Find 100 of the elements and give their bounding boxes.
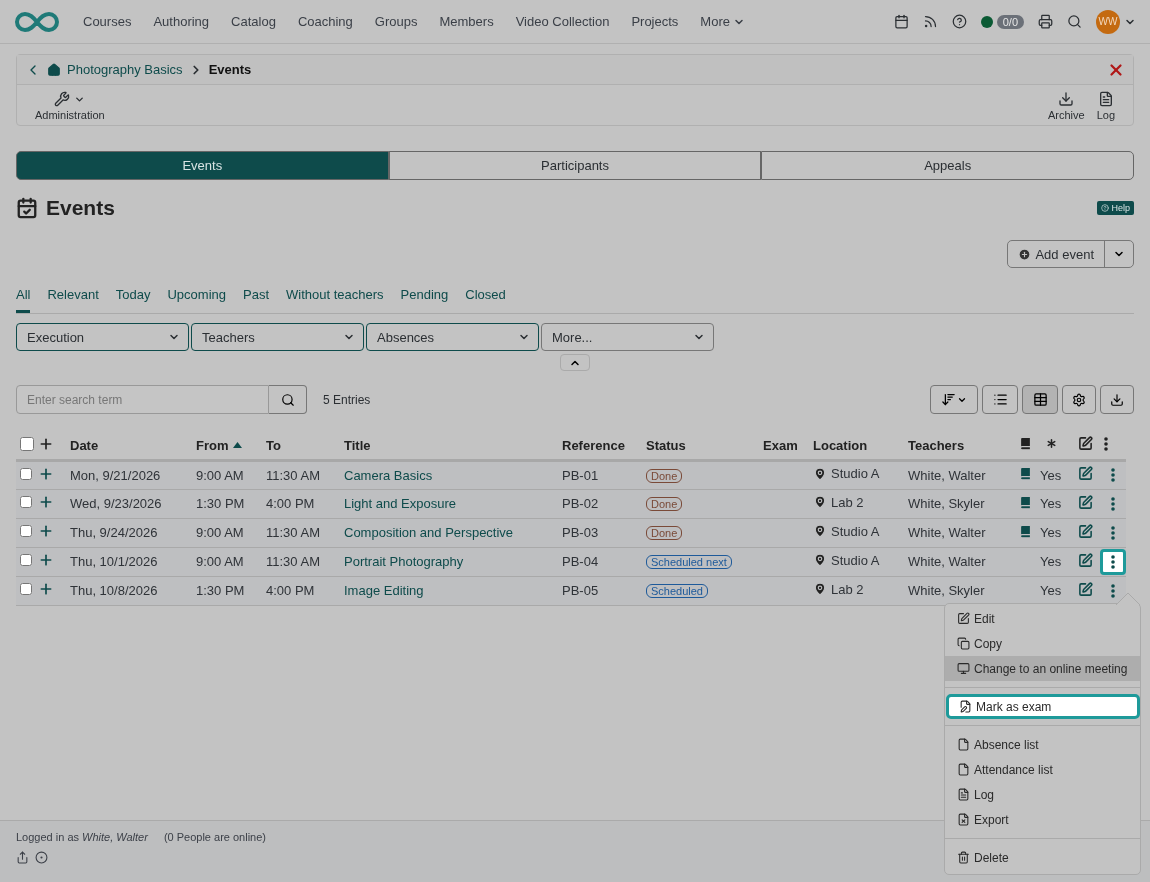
event-title-link[interactable]: Camera Basics [344,467,433,483]
menu-item[interactable]: Attendance list [945,757,1140,782]
download-button[interactable] [1100,385,1134,414]
menu-item[interactable]: Change to an online meeting [945,656,1140,681]
tab[interactable]: Participants [388,151,762,180]
nav-link[interactable]: Video Collection [504,14,621,29]
event-title-link[interactable]: Composition and Perspective [344,525,514,540]
table-cell: PB-05 [554,576,638,605]
nav-link[interactable]: Courses [72,14,143,29]
nav-link[interactable]: Coaching [286,14,364,29]
collapse-button[interactable] [560,354,590,371]
filter-dropdown[interactable]: More... [541,323,714,351]
nav-link[interactable]: Projects [620,14,690,29]
expand-icon[interactable] [38,552,54,568]
expand-icon[interactable] [38,494,54,510]
list-view-button[interactable] [982,385,1018,414]
filter-dropdown[interactable]: Execution [16,323,189,351]
menu-item[interactable]: Mark as exam [946,694,1140,719]
help-icon[interactable] [951,14,967,29]
menu-item[interactable]: Edit [945,606,1140,631]
edit-icon[interactable] [1078,466,1093,481]
calendar-icon[interactable] [893,14,909,29]
row-checkbox[interactable] [20,554,32,566]
row-checkbox[interactable] [20,496,32,508]
calendar-check-icon [16,197,38,219]
row-checkbox[interactable] [20,467,32,480]
edit-icon[interactable] [1078,494,1093,510]
tab[interactable]: Appeals [761,151,1134,180]
table-cell: Mon, 9/21/2026 [62,460,188,489]
tab[interactable]: Events [16,151,389,180]
select-all-checkbox[interactable] [20,436,34,451]
nav-link[interactable]: Groups [363,14,429,29]
logo-icon[interactable] [14,10,60,33]
home-icon[interactable] [47,62,61,77]
breadcrumb-current: Events [208,62,252,77]
status-badge: Scheduled [646,584,708,598]
target-icon[interactable] [35,851,48,864]
expand-icon[interactable] [38,581,54,597]
table-cell: 11:30 AM [258,547,336,576]
expand-icon[interactable] [38,523,54,539]
event-title-link[interactable]: Light and Exposure [344,496,457,511]
menu-item[interactable]: Copy [945,631,1140,656]
row-menu-button[interactable] [1100,548,1126,575]
plus-circle-icon [1018,247,1032,261]
more-icon [1111,525,1115,540]
file-x-icon [957,813,970,826]
breadcrumb-link[interactable]: Photography Basics [67,62,183,77]
toolbar-button[interactable]: Administration [29,91,111,121]
nav-more-menu[interactable]: More [689,14,756,29]
filter-tab[interactable]: Pending [400,287,449,313]
filter-tab[interactable]: Past [243,287,269,313]
search-field[interactable]: Enter search term [16,385,269,414]
filter-tab[interactable]: Today [115,287,151,313]
menu-item[interactable]: Export [945,807,1140,832]
table-view-button[interactable] [1022,385,1058,414]
nav-link[interactable]: Members [428,14,505,29]
help-button[interactable]: Help [1097,201,1134,215]
menu-item[interactable]: Absence list [945,732,1140,757]
book-icon[interactable] [1018,494,1033,510]
edit-icon[interactable] [1078,552,1093,568]
filter-tab[interactable]: Relevant [47,287,99,313]
filter-tab[interactable]: Closed [465,287,506,313]
status-badge: Done [646,526,683,540]
row-checkbox[interactable] [20,583,32,595]
filter-dropdown[interactable]: Teachers [191,323,364,351]
table-cell: 9:00 AM [188,460,258,489]
settings-button[interactable] [1062,385,1096,414]
edit-icon[interactable] [1078,523,1093,539]
menu-item[interactable]: Log [945,782,1140,807]
print-icon[interactable] [1038,14,1053,29]
table-cell: Wed, 9/23/2026 [62,489,188,518]
share-icon[interactable] [16,851,29,864]
filter-tab[interactable]: Without teachers [286,287,384,313]
filter-tab[interactable]: All [16,287,31,313]
search-button[interactable] [269,385,307,414]
table-cell: White, Walter [900,518,1010,547]
download-icon [1058,91,1075,107]
search-icon[interactable] [1067,14,1082,29]
sort-icon [941,392,956,407]
filter-tab[interactable]: Upcoming [167,287,226,313]
table-cell: Yes [1036,547,1070,576]
nav-link[interactable]: Catalog [220,14,287,29]
toolbar-button[interactable]: Archive [1041,91,1091,121]
edit-icon[interactable] [1078,581,1093,597]
counter-badge[interactable]: 0/0 [996,14,1024,29]
book-icon[interactable] [1018,466,1033,481]
search-icon [280,392,295,407]
menu-item[interactable]: Delete [945,845,1140,870]
book-icon[interactable] [1018,523,1033,539]
help-icon [1101,204,1110,212]
table-cell: 9:00 AM [188,518,258,547]
nav-link[interactable]: Authoring [142,14,221,29]
rss-icon[interactable] [922,14,938,29]
location-text: Lab 2 [831,494,864,510]
filter-dropdown[interactable]: Absences [366,323,539,351]
event-title-link[interactable]: Portrait Photography [344,554,464,569]
event-title-link[interactable]: Image Editing [344,583,424,598]
sort-button[interactable] [930,385,978,414]
row-checkbox[interactable] [20,525,32,537]
toolbar-button[interactable]: Log [1090,91,1121,121]
